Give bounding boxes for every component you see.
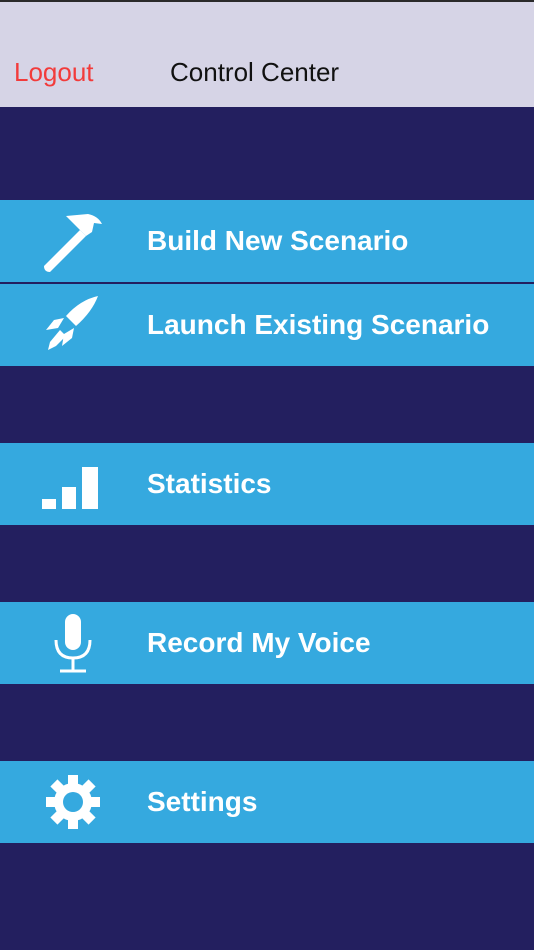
- menu-item-label: Record My Voice: [147, 627, 371, 658]
- control-center-screen: Logout Control Center Build New Scenario…: [0, 0, 534, 950]
- menu-item-label: Settings: [147, 786, 258, 817]
- gear-icon: [36, 771, 110, 833]
- bar-chart-icon: [36, 453, 110, 515]
- menu-item-build-new-scenario[interactable]: Build New Scenario: [0, 200, 534, 282]
- microphone-icon: [36, 612, 110, 674]
- menu-item-launch-existing-scenario[interactable]: Launch Existing Scenario: [0, 284, 534, 366]
- logout-button[interactable]: Logout: [14, 56, 94, 88]
- menu-item-label: Statistics: [147, 468, 272, 499]
- rocket-icon: [36, 294, 110, 356]
- menu-item-label: Launch Existing Scenario: [147, 309, 490, 340]
- menu-item-statistics[interactable]: Statistics: [0, 443, 534, 525]
- page-title: Control Center: [170, 57, 340, 87]
- hammer-icon: [36, 210, 110, 272]
- menu-item-settings[interactable]: Settings: [0, 761, 534, 843]
- menu-item-label: Build New Scenario: [147, 225, 409, 256]
- navigation-bar: Logout Control Center: [0, 0, 534, 107]
- menu-item-record-my-voice[interactable]: Record My Voice: [0, 602, 534, 684]
